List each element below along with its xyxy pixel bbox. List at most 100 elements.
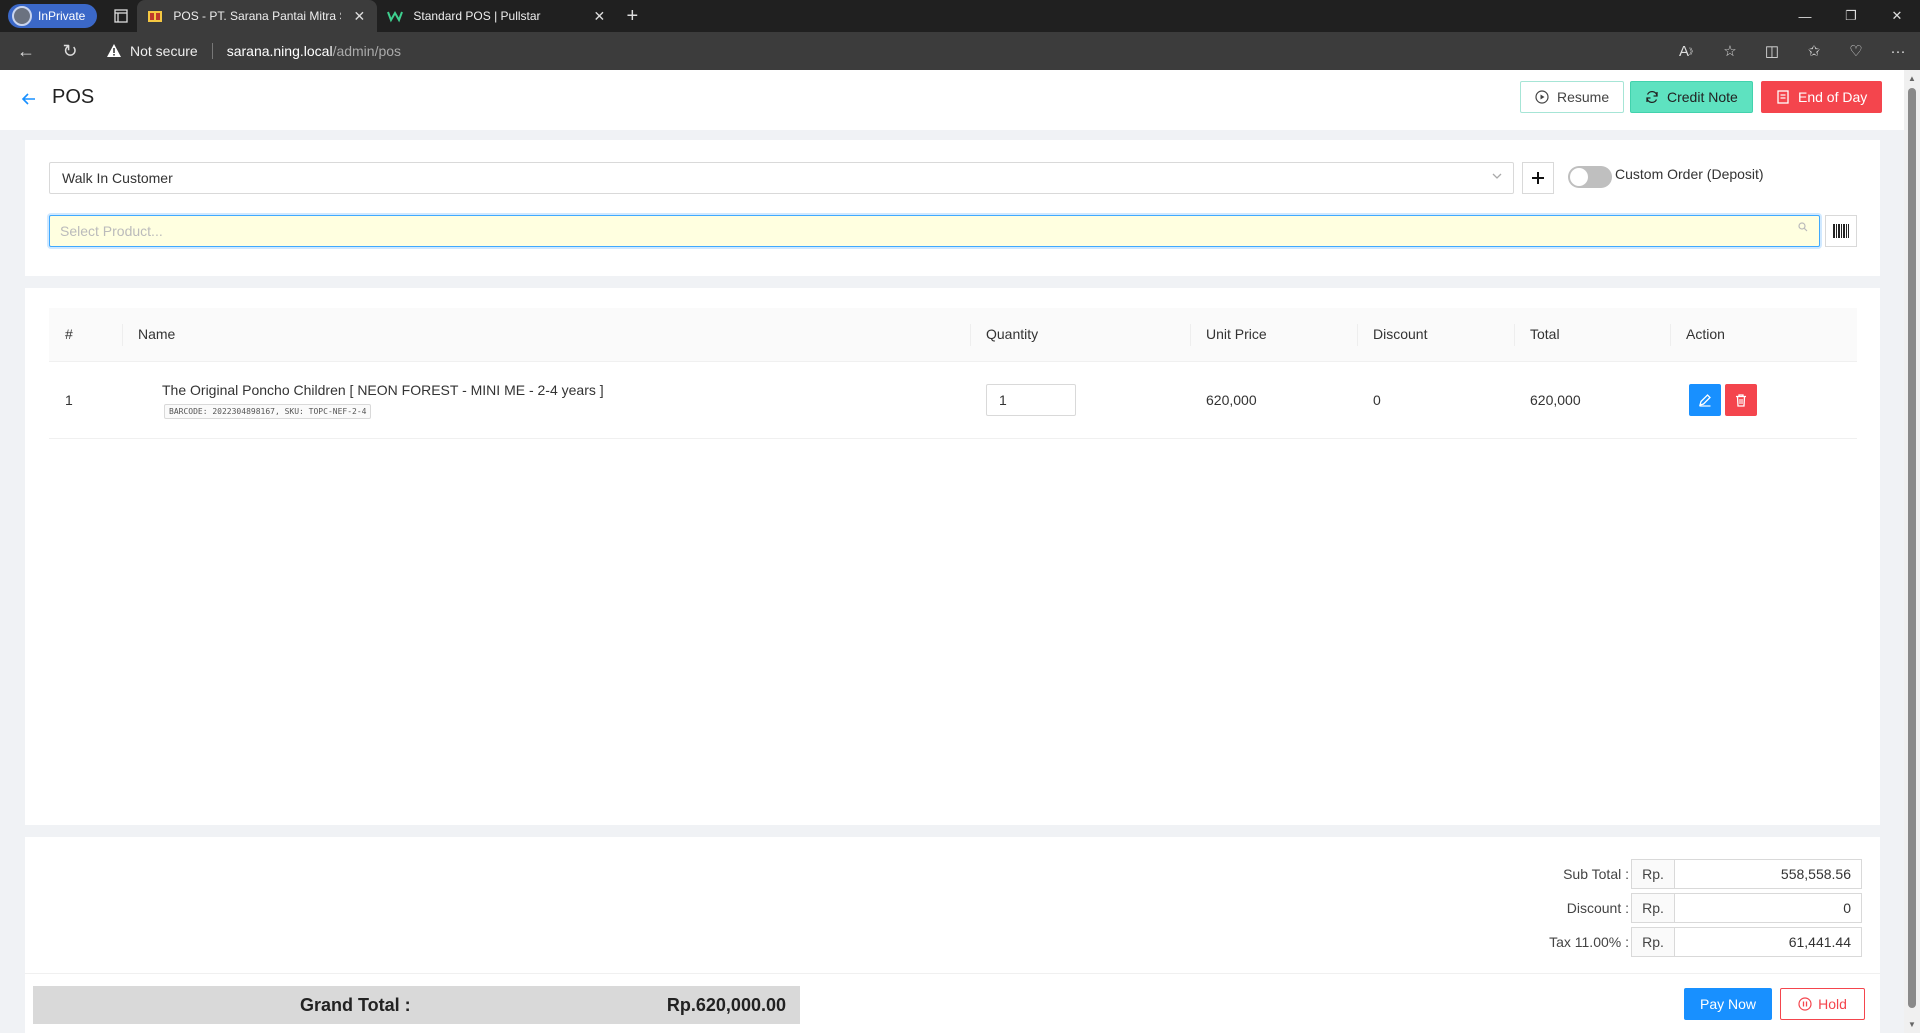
subtotal-row: Sub Total : Rp. 558,558.56 bbox=[1545, 859, 1862, 889]
browser-address-bar: ← ↻ Not secure sarana.ning.local/admin/p… bbox=[0, 32, 1920, 70]
scroll-down-icon[interactable]: ▼ bbox=[1908, 1020, 1916, 1029]
col-divider bbox=[1357, 324, 1358, 346]
favorite-star-icon[interactable]: ☆ bbox=[1716, 37, 1744, 65]
tax-label: Tax 11.00% : bbox=[1549, 934, 1629, 950]
url-host: sarana.ning.local bbox=[226, 43, 333, 59]
subtotal-label: Sub Total : bbox=[1563, 866, 1629, 882]
discount-row: Discount : Rp. 0 bbox=[1545, 893, 1862, 923]
url-separator bbox=[211, 43, 213, 59]
back-arrow-icon[interactable] bbox=[20, 90, 40, 110]
page-header: POS Resume Credit Note End of Day bbox=[0, 70, 1904, 130]
back-nav-icon[interactable]: ← bbox=[8, 35, 44, 67]
page-viewport: POS Resume Credit Note End of Day Walk I… bbox=[0, 70, 1904, 1033]
hold-button[interactable]: Hold bbox=[1780, 988, 1865, 1020]
grand-total-label: Grand Total : bbox=[300, 995, 411, 1015]
chevron-down-icon bbox=[1491, 170, 1503, 185]
tab-title: Standard POS | Pullstar bbox=[413, 9, 541, 23]
col-divider bbox=[970, 324, 971, 346]
scroll-up-icon[interactable]: ▲ bbox=[1908, 74, 1916, 83]
col-action: Action bbox=[1686, 326, 1725, 342]
url-field[interactable]: Not secure sarana.ning.local/admin/pos bbox=[106, 43, 401, 59]
search-icon bbox=[1798, 222, 1808, 235]
table-row: 1 The Original Poncho Children [ NEON FO… bbox=[49, 362, 1857, 439]
scrollbar-thumb[interactable] bbox=[1908, 88, 1916, 1008]
grand-total-value: Rp.620,000.00 bbox=[666, 995, 786, 1015]
close-tab-icon[interactable]: ✕ bbox=[351, 8, 367, 25]
close-tab-icon[interactable]: ✕ bbox=[591, 8, 607, 25]
sync-icon bbox=[1646, 90, 1658, 104]
pay-now-button[interactable]: Pay Now bbox=[1684, 988, 1772, 1020]
tab-actions-icon[interactable] bbox=[105, 0, 137, 32]
row-product-name: The Original Poncho Children [ NEON FORE… bbox=[162, 382, 604, 398]
site-favicon-icon bbox=[148, 11, 163, 22]
window-controls: — ❐ ✕ bbox=[1782, 0, 1920, 32]
edit-pencil-icon bbox=[1699, 394, 1711, 407]
credit-note-button[interactable]: Credit Note bbox=[1630, 81, 1753, 113]
security-label: Not secure bbox=[130, 43, 198, 59]
row-discount: 0 bbox=[1373, 392, 1381, 408]
barcode-icon bbox=[1833, 224, 1849, 238]
col-unit-price: Unit Price bbox=[1206, 326, 1267, 342]
quantity-input[interactable] bbox=[986, 384, 1076, 416]
minimize-icon[interactable]: — bbox=[1782, 0, 1828, 32]
tax-row: Tax 11.00% : Rp. 61,441.44 bbox=[1545, 927, 1862, 957]
currency-addon: Rp. bbox=[1631, 927, 1675, 957]
warning-icon bbox=[107, 44, 121, 57]
toggle-knob bbox=[1570, 168, 1588, 186]
new-tab-icon[interactable]: + bbox=[617, 5, 647, 28]
col-discount: Discount bbox=[1373, 326, 1428, 342]
more-menu-icon[interactable]: ··· bbox=[1884, 37, 1912, 65]
row-unit-price: 620,000 bbox=[1206, 392, 1257, 408]
row-product-tag: BARCODE: 2022304898167, SKU: TOPC-NEF-2-… bbox=[164, 404, 372, 419]
read-aloud-icon[interactable]: A 》 bbox=[1674, 37, 1702, 65]
row-total: 620,000 bbox=[1530, 392, 1581, 408]
restore-icon[interactable]: ❐ bbox=[1828, 0, 1874, 32]
trash-icon bbox=[1736, 394, 1746, 407]
page-title: POS bbox=[52, 86, 95, 108]
customer-select[interactable]: Walk In Customer bbox=[49, 162, 1514, 194]
profile-avatar-icon bbox=[12, 6, 32, 26]
col-total: Total bbox=[1530, 326, 1560, 342]
favorites-icon[interactable]: ✩ bbox=[1800, 37, 1828, 65]
custom-order-toggle[interactable] bbox=[1568, 166, 1612, 188]
tab-title: POS - PT. Sarana Pantai Mitra Se bbox=[173, 9, 342, 23]
cart-table-card: # Name Quantity Unit Price Discount Tota… bbox=[25, 288, 1880, 825]
grand-total-bar: Grand Total : Rp.620,000.00 bbox=[33, 986, 800, 1024]
summary-divider bbox=[25, 973, 1880, 974]
currency-addon: Rp. bbox=[1631, 893, 1675, 923]
col-divider bbox=[1670, 324, 1671, 346]
add-customer-button[interactable] bbox=[1522, 162, 1554, 194]
col-name: Name bbox=[138, 326, 176, 342]
product-search-input[interactable] bbox=[49, 215, 1820, 247]
col-divider bbox=[1514, 324, 1515, 346]
barcode-scan-button[interactable] bbox=[1825, 215, 1857, 247]
edit-item-button[interactable] bbox=[1689, 384, 1721, 416]
discount-label: Discount : bbox=[1566, 900, 1629, 916]
pause-circle-icon bbox=[1798, 997, 1812, 1011]
browser-tab-pullstar[interactable]: Standard POS | Pullstar ✕ bbox=[377, 0, 617, 32]
subtotal-value: 558,558.56 bbox=[1674, 859, 1862, 889]
split-screen-icon[interactable]: ◫ bbox=[1758, 37, 1786, 65]
refresh-icon[interactable]: ↻ bbox=[52, 35, 88, 67]
end-of-day-button[interactable]: End of Day bbox=[1761, 81, 1883, 113]
play-circle-icon bbox=[1535, 90, 1549, 104]
col-quantity: Quantity bbox=[986, 326, 1039, 342]
col-index: # bbox=[65, 326, 73, 342]
col-divider bbox=[122, 324, 123, 346]
close-window-icon[interactable]: ✕ bbox=[1874, 0, 1920, 32]
table-header: # Name Quantity Unit Price Discount Tota… bbox=[49, 308, 1857, 362]
browser-essentials-icon[interactable]: ♡ bbox=[1842, 37, 1870, 65]
currency-addon: Rp. bbox=[1631, 859, 1675, 889]
page-scrollbar[interactable]: ▲ ▼ bbox=[1904, 70, 1920, 1033]
inprivate-badge[interactable]: InPrivate bbox=[8, 4, 98, 28]
tax-value: 61,441.44 bbox=[1674, 927, 1862, 957]
plus-icon bbox=[1532, 172, 1544, 184]
summary-card: Sub Total : Rp. 558,558.56 Discount : Rp… bbox=[25, 837, 1880, 1033]
browser-tab-pos[interactable]: POS - PT. Sarana Pantai Mitra Se ✕ bbox=[137, 0, 378, 32]
resume-button[interactable]: Resume bbox=[1520, 81, 1625, 113]
browser-toolbar: A 》 ☆ ◫ ✩ ♡ ··· bbox=[1674, 32, 1912, 70]
customer-product-card: Walk In Customer Custom Order (Deposit) bbox=[25, 140, 1880, 276]
report-icon bbox=[1777, 90, 1789, 104]
delete-item-button[interactable] bbox=[1725, 384, 1757, 416]
discount-value: 0 bbox=[1674, 893, 1862, 923]
